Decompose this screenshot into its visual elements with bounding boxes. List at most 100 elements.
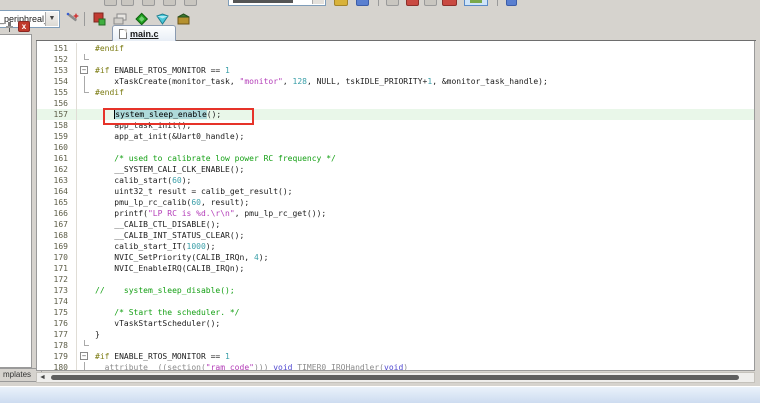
status-bar — [0, 386, 760, 403]
fold-end — [84, 87, 89, 93]
horizontal-scrollbar[interactable]: ◄ — [36, 372, 755, 383]
code-text: calib_start(60); — [95, 175, 754, 186]
code-text: #endif — [95, 43, 754, 54]
active-tool-toggle[interactable] — [464, 0, 488, 6]
fold-margin — [77, 98, 95, 109]
code-line[interactable]: 176 vTaskStartScheduler(); — [37, 318, 754, 329]
code-line[interactable]: 169 calib_start_IT(1000); — [37, 241, 754, 252]
disable-breakpoint-icon[interactable] — [424, 0, 437, 6]
debug-icon[interactable] — [506, 0, 517, 6]
code-segment: ENABLE_RTOS_MONITOR == — [109, 352, 225, 361]
code-text: NVIC_EnableIRQ(CALIB_IRQn); — [95, 263, 754, 274]
code-text: pmu_lp_rc_calib(60, result); — [95, 197, 754, 208]
document-icon — [119, 29, 127, 39]
line-number: 160 — [37, 142, 77, 153]
code-line[interactable]: 178 — [37, 340, 754, 351]
toolbar-separator — [378, 0, 379, 6]
tab-main-c[interactable]: main.c — [112, 25, 176, 41]
fold-margin — [77, 175, 95, 186]
code-line[interactable]: 162 __SYSTEM_CALI_CLK_ENABLE(); — [37, 164, 754, 175]
fold-collapse-icon[interactable]: − — [80, 352, 88, 360]
line-number: 172 — [37, 274, 77, 285]
code-segment: 60 — [191, 198, 201, 207]
outdent-icon[interactable] — [121, 0, 134, 6]
line-number: 174 — [37, 296, 77, 307]
code-line[interactable]: 164 uint32_t result = calib_get_result()… — [37, 186, 754, 197]
active-tool-icon — [470, 0, 482, 3]
code-line[interactable]: 154 xTaskCreate(monitor_task, "monitor",… — [37, 76, 754, 87]
code-line[interactable]: 167 __CALIB_CTL_DISABLE(); — [37, 219, 754, 230]
code-line[interactable]: 174 — [37, 296, 754, 307]
line-number: 159 — [37, 131, 77, 142]
code-text: __CALIB_INT_STATUS_CLEAR(); — [95, 230, 754, 241]
code-line[interactable]: 170 NVIC_SetPriority(CALIB_IRQn, 4); — [37, 252, 754, 263]
code-line[interactable]: 159 app_at_init(&Uart0_handle); — [37, 131, 754, 142]
code-segment: ENABLE_RTOS_MONITOR == — [109, 66, 225, 75]
code-segment: ); — [259, 253, 269, 262]
code-text: vTaskStartScheduler(); — [95, 318, 754, 329]
fold-margin — [77, 219, 95, 230]
folder-icon[interactable] — [334, 0, 348, 6]
line-number: 158 — [37, 120, 77, 131]
line-number: 151 — [37, 43, 77, 54]
code-text: __SYSTEM_CALI_CLK_ENABLE(); — [95, 164, 754, 175]
code-line[interactable]: 173// system_sleep_disable(); — [37, 285, 754, 296]
fold-guide — [84, 362, 85, 371]
code-line[interactable]: 175 /* Start the scheduler. */ — [37, 307, 754, 318]
kill-breakpoints-icon[interactable] — [442, 0, 457, 6]
fold-margin — [77, 87, 95, 98]
code-segment: ); — [206, 242, 216, 251]
fold-margin — [77, 153, 95, 164]
code-segment: pmu_lp_rc_calib( — [95, 198, 191, 207]
code-segment: "ram_code" — [206, 363, 254, 371]
chevron-down-icon[interactable] — [312, 0, 324, 4]
indent-icon[interactable] — [104, 0, 117, 6]
uncomment-icon[interactable] — [163, 0, 176, 6]
code-line[interactable]: 151 #endif — [37, 43, 754, 54]
code-line[interactable]: 166 printf("LP RC is %d.\r\n", pmu_lp_rc… — [37, 208, 754, 219]
line-number: 177 — [37, 329, 77, 340]
close-icon[interactable]: x — [18, 21, 30, 32]
code-line[interactable]: 165 pmu_lp_rc_calib(60, result); — [37, 197, 754, 208]
search-icon[interactable] — [386, 0, 399, 6]
code-line[interactable]: 155#endif — [37, 87, 754, 98]
line-number: 166 — [37, 208, 77, 219]
code-segment: 1 — [225, 66, 230, 75]
code-text — [95, 340, 754, 351]
code-segment: __CALIB_INT_STATUS_CLEAR(); — [95, 231, 244, 240]
code-editor[interactable]: 151 #endif152153−#if ENABLE_RTOS_MONITOR … — [36, 41, 755, 371]
line-number: 161 — [37, 153, 77, 164]
fold-margin — [77, 307, 95, 318]
breakpoint-icon[interactable] — [406, 0, 419, 6]
code-segment: // system_sleep_disable(); — [95, 286, 235, 295]
code-line[interactable]: 153−#if ENABLE_RTOS_MONITOR == 1 — [37, 65, 754, 76]
comment-icon[interactable] — [142, 0, 155, 6]
scrollbar-thumb[interactable] — [51, 375, 739, 380]
bookmark-icon[interactable] — [184, 0, 197, 6]
project-panel[interactable] — [0, 34, 32, 368]
code-text: uint32_t result = calib_get_result(); — [95, 186, 754, 197]
code-segment: uint32_t result = calib_get_result(); — [95, 187, 292, 196]
scroll-left-arrow[interactable]: ◄ — [37, 373, 48, 382]
code-line[interactable]: 171 NVIC_EnableIRQ(CALIB_IRQn); — [37, 263, 754, 274]
code-text — [95, 296, 754, 307]
find-next-icon[interactable] — [356, 0, 369, 6]
code-line[interactable]: 177} — [37, 329, 754, 340]
fold-end — [84, 340, 89, 346]
code-line[interactable]: 163 calib_start(60); — [37, 175, 754, 186]
code-line[interactable]: 161 /* used to calibrate low power RC fr… — [37, 153, 754, 164]
code-segment: , — [283, 77, 293, 86]
search-combobox[interactable] — [228, 0, 326, 6]
pin-icon[interactable] — [4, 21, 15, 32]
fold-margin — [77, 43, 95, 54]
code-line[interactable]: 179−#if ENABLE_RTOS_MONITOR == 1 — [37, 351, 754, 362]
code-line[interactable]: 172 — [37, 274, 754, 285]
code-line[interactable]: 168 __CALIB_INT_STATUS_CLEAR(); — [37, 230, 754, 241]
code-text: calib_start_IT(1000); — [95, 241, 754, 252]
code-text — [95, 54, 754, 65]
code-line[interactable]: 152 — [37, 54, 754, 65]
code-line[interactable]: 180__attribute__((section("ram_code"))) … — [37, 362, 754, 371]
fold-collapse-icon[interactable]: − — [80, 66, 88, 74]
search-text-clipped — [233, 0, 293, 3]
code-line[interactable]: 160 — [37, 142, 754, 153]
